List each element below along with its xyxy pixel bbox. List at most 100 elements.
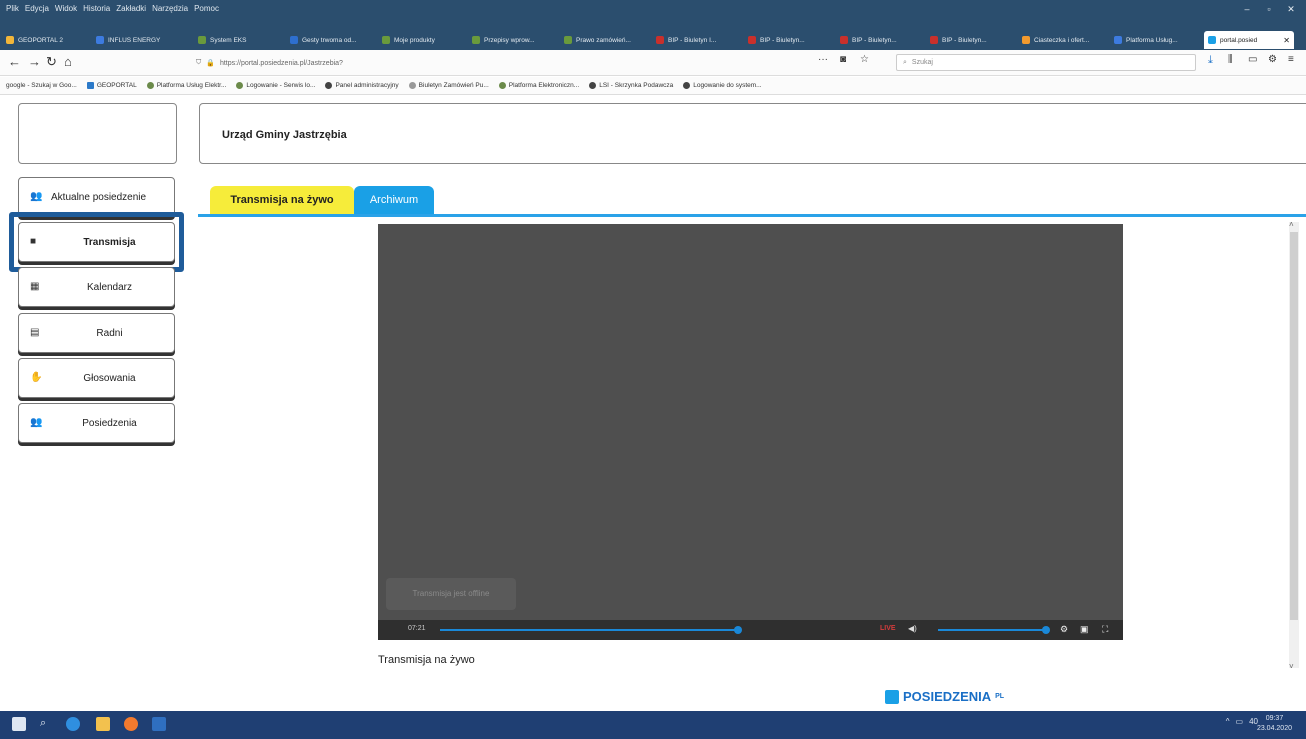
search-placeholder: Szukaj	[911, 59, 933, 66]
globe-icon	[236, 82, 244, 89]
hamburger-menu-icon[interactable]: ≡	[1288, 54, 1294, 65]
file-explorer-icon[interactable]	[96, 717, 110, 731]
close-window-icon[interactable]: ✕	[1282, 4, 1300, 16]
settings-icon[interactable]: ⚙	[1060, 624, 1068, 635]
globe-icon	[325, 82, 333, 89]
minimize-icon[interactable]: –	[1238, 4, 1256, 16]
url-text: https://portal.posiedzenia.pl/Jastrzebia…	[219, 59, 343, 67]
page-header: Urząd Gminy Jastrzębia	[199, 103, 1306, 164]
users-icon: 👥	[30, 417, 43, 428]
favicon-icon	[1114, 36, 1122, 44]
firefox-icon[interactable]	[124, 717, 138, 731]
maximize-icon[interactable]: ▫	[1260, 4, 1278, 16]
bookmark[interactable]: Logowanie do system...	[683, 82, 762, 89]
home-icon[interactable]: ⌂	[64, 54, 72, 69]
bookmark[interactable]: google - Szukaj w Goo...	[6, 82, 77, 89]
browser-tab[interactable]: Ciasteczka i ofert...	[1022, 31, 1106, 49]
bookmark[interactable]: Platforma Elektroniczn...	[498, 82, 579, 89]
tab-underline	[198, 214, 1306, 217]
calendar-icon: ▦	[30, 281, 40, 292]
forward-icon[interactable]: →	[28, 54, 41, 69]
pip-icon[interactable]: ▣	[1080, 624, 1089, 635]
extension-icon[interactable]: ⚙	[1268, 54, 1277, 65]
hand-icon: ✋	[30, 372, 43, 383]
globe-icon	[589, 82, 597, 89]
browser-tab[interactable]: Platforma Usług...	[1114, 31, 1198, 49]
back-icon[interactable]: ←	[8, 54, 21, 69]
playback-time: 07:21	[408, 625, 426, 632]
menu-bookmarks[interactable]: Zakładki	[116, 4, 146, 13]
download-icon[interactable]: ⤓	[1208, 54, 1213, 67]
sidebar-toggle-icon[interactable]: ▭	[1248, 54, 1257, 65]
live-badge[interactable]: LIVE	[880, 625, 896, 632]
browser-tab-active[interactable]: portal.posied ✕	[1204, 31, 1294, 49]
menu-history[interactable]: Historia	[83, 4, 110, 13]
sidebar-item-kalendarz[interactable]: ▦ Kalendarz	[18, 267, 175, 307]
scrollbar-thumb[interactable]	[1290, 232, 1298, 620]
windows-start-icon[interactable]	[12, 717, 26, 731]
tab-transmisja-na-zywo[interactable]: Transmisja na żywo	[210, 186, 354, 214]
favicon-icon	[930, 36, 938, 44]
logo-mark-icon	[885, 689, 899, 704]
menu-file[interactable]: Plik	[6, 4, 19, 13]
browser-tab[interactable]: Moje produkty	[382, 31, 462, 49]
menu-tools[interactable]: Narzędzia	[152, 4, 188, 13]
taskbar-clock[interactable]: 09:37 23.04.2020	[1257, 714, 1292, 734]
page-title: Urząd Gminy Jastrzębia	[222, 129, 347, 141]
offline-notice: Transmisja jest offline	[386, 578, 516, 610]
sidebar-item-glosowania[interactable]: ✋ Głosowania	[18, 358, 175, 398]
fullscreen-icon[interactable]: ⛶	[1102, 624, 1108, 635]
seek-progress	[440, 629, 736, 631]
favicon-icon	[6, 36, 14, 44]
browser-tab[interactable]: Gesty trwoma od...	[290, 31, 374, 49]
volume-slider[interactable]	[938, 629, 1048, 631]
star-icon[interactable]: ☆	[860, 54, 869, 65]
browser-tab[interactable]: BIP - Biuletyn...	[748, 31, 830, 49]
browser-tab[interactable]: Prawo zamówień...	[564, 31, 648, 49]
bookmark[interactable]: Panel administracyjny	[325, 82, 399, 89]
users-icon: 👥	[30, 191, 43, 202]
browser-tab[interactable]: INFLUS ENERGY	[96, 31, 188, 49]
app-icon[interactable]	[152, 717, 166, 731]
network-icon[interactable]: ▭	[1236, 717, 1244, 726]
sidebar-item-aktualne-posiedzenie[interactable]: 👥 Aktualne posiedzenie	[18, 177, 175, 217]
volume-handle[interactable]	[1042, 626, 1050, 634]
library-icon[interactable]: ⫼	[1228, 54, 1233, 65]
favicon-icon	[840, 36, 848, 44]
menu-view[interactable]: Widok	[55, 4, 77, 13]
sidebar-item-radni[interactable]: ▤ Radni	[18, 313, 175, 353]
search-icon[interactable]: ⌕	[40, 717, 54, 731]
browser-tab[interactable]: System EKS	[198, 31, 282, 49]
seek-handle[interactable]	[734, 626, 742, 634]
close-tab-icon[interactable]: ✕	[1283, 36, 1290, 45]
chevron-up-icon[interactable]: ^	[1226, 717, 1230, 726]
bookmark[interactable]: Logowanie - Serwis lo...	[236, 82, 315, 89]
browser-tab[interactable]: BIP - Biuletyn...	[840, 31, 922, 49]
browser-tab[interactable]: GEOPORTAL 2	[6, 31, 86, 49]
menu-edit[interactable]: Edycja	[25, 4, 49, 13]
browser-tab[interactable]: Przepisy wprow...	[472, 31, 556, 49]
favicon-icon	[198, 36, 206, 44]
page-actions-icon[interactable]: ···	[818, 54, 828, 65]
bookmarks-bar: google - Szukaj w Goo... GEOPORTAL Platf…	[0, 77, 1306, 95]
volume-icon[interactable]: ◀)	[908, 624, 917, 633]
reload-icon[interactable]: ↻	[46, 54, 57, 70]
system-tray: ^ ▭ 40	[1226, 717, 1258, 726]
tab-archiwum[interactable]: Archiwum	[354, 186, 434, 214]
scroll-down-icon[interactable]: ˅	[1289, 662, 1294, 671]
favicon-icon	[1022, 36, 1030, 44]
posiedzenia-logo[interactable]: POSIEDZENIA PL	[885, 689, 1004, 704]
favicon-icon	[290, 36, 298, 44]
scroll-up-icon[interactable]: ˄	[1289, 220, 1294, 229]
browser-tab[interactable]: BIP - Biuletyn I...	[656, 31, 740, 49]
browser-tab[interactable]: BIP - Biuletyn...	[930, 31, 1014, 49]
edge-icon[interactable]	[66, 717, 80, 731]
menu-help[interactable]: Pomoc	[194, 4, 219, 13]
pocket-icon[interactable]: ◙	[840, 54, 846, 65]
bookmark[interactable]: GEOPORTAL	[86, 82, 137, 89]
sidebar-item-posiedzenia[interactable]: 👥 Posiedzenia	[18, 403, 175, 443]
bookmark[interactable]: Platforma Usług Elektr...	[146, 82, 226, 89]
bookmark[interactable]: LSI - Skrzynka Podawcza	[589, 82, 673, 89]
bookmark[interactable]: Biuletyn Zamówień Pu...	[408, 82, 489, 89]
search-input[interactable]: ⌕ Szukaj	[896, 54, 1196, 71]
